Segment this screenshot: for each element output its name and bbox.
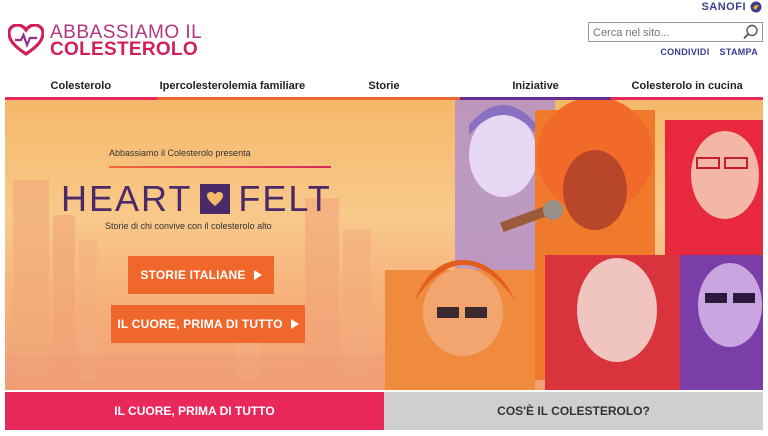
nav-item-cucina[interactable]: Colesterolo in cucina [611,78,763,100]
triangle-right-icon [290,319,299,329]
city-skyline-illustration [5,180,385,390]
nav-item-iniziative[interactable]: Iniziative [459,78,612,100]
storie-italiane-button[interactable]: STORIE ITALIANE [128,256,274,294]
button-label: STORIE ITALIANE [140,268,246,282]
heart-logo-icon [8,24,44,56]
magnifier-icon[interactable] [742,24,760,40]
tab-label: IL CUORE, PRIMA DI TUTTO [114,404,275,418]
hero-banner[interactable]: Abbassiamo il Colesterolo presenta HEART… [5,100,763,390]
hero-title: HEART FELT [61,178,332,220]
nav-item-storie[interactable]: Storie [308,78,460,100]
button-label: IL CUORE, PRIMA DI TUTTO [117,317,283,331]
nav-item-label: Storie [368,80,400,92]
hero-subtitle: Storie di chi convive con il colesterolo… [105,221,272,231]
heart-icon [200,184,231,214]
nav-item-label: Ipercolesterolemia familiare [159,80,306,92]
search-input[interactable] [589,24,739,42]
sponsor-name: SANOFI [701,1,746,13]
triangle-right-icon [253,270,262,280]
sanofi-bird-icon [750,1,762,13]
search-box[interactable] [588,22,763,42]
site-logo[interactable]: ABBASSIAMO IL COLESTEROLO [8,22,218,60]
people-collage-illustration [385,100,763,390]
nav-item-colesterolo[interactable]: Colesterolo [5,78,157,100]
tab-cos-e-il-colesterolo[interactable]: COS'È IL COLESTEROLO? [384,392,763,430]
main-nav: Colesterolo Ipercolesterolemia familiare… [5,78,763,100]
nav-item-label: Iniziative [512,80,559,92]
nav-item-ipercolesterolemia[interactable]: Ipercolesterolemia familiare [156,78,309,100]
hero-divider [109,166,331,168]
share-link[interactable]: CONDIVIDI [660,47,709,57]
logo-text-line2: COLESTEROLO [50,39,198,60]
page-tools: CONDIVIDI STAMPA [660,47,758,57]
cuore-prima-button[interactable]: IL CUORE, PRIMA DI TUTTO [111,305,305,343]
tab-label: COS'È IL COLESTEROLO? [497,404,650,418]
nav-item-label: Colesterolo [50,80,112,92]
hero-title-left: HEART [61,178,193,219]
hero-presenta: Abbassiamo il Colesterolo presenta [109,148,251,158]
nav-item-label: Colesterolo in cucina [631,80,743,92]
sponsor-logo[interactable]: SANOFI [701,1,762,13]
print-link[interactable]: STAMPA [720,47,758,57]
hero-title-right: FELT [238,178,332,219]
tab-cuore-prima-di-tutto[interactable]: IL CUORE, PRIMA DI TUTTO [5,392,384,430]
